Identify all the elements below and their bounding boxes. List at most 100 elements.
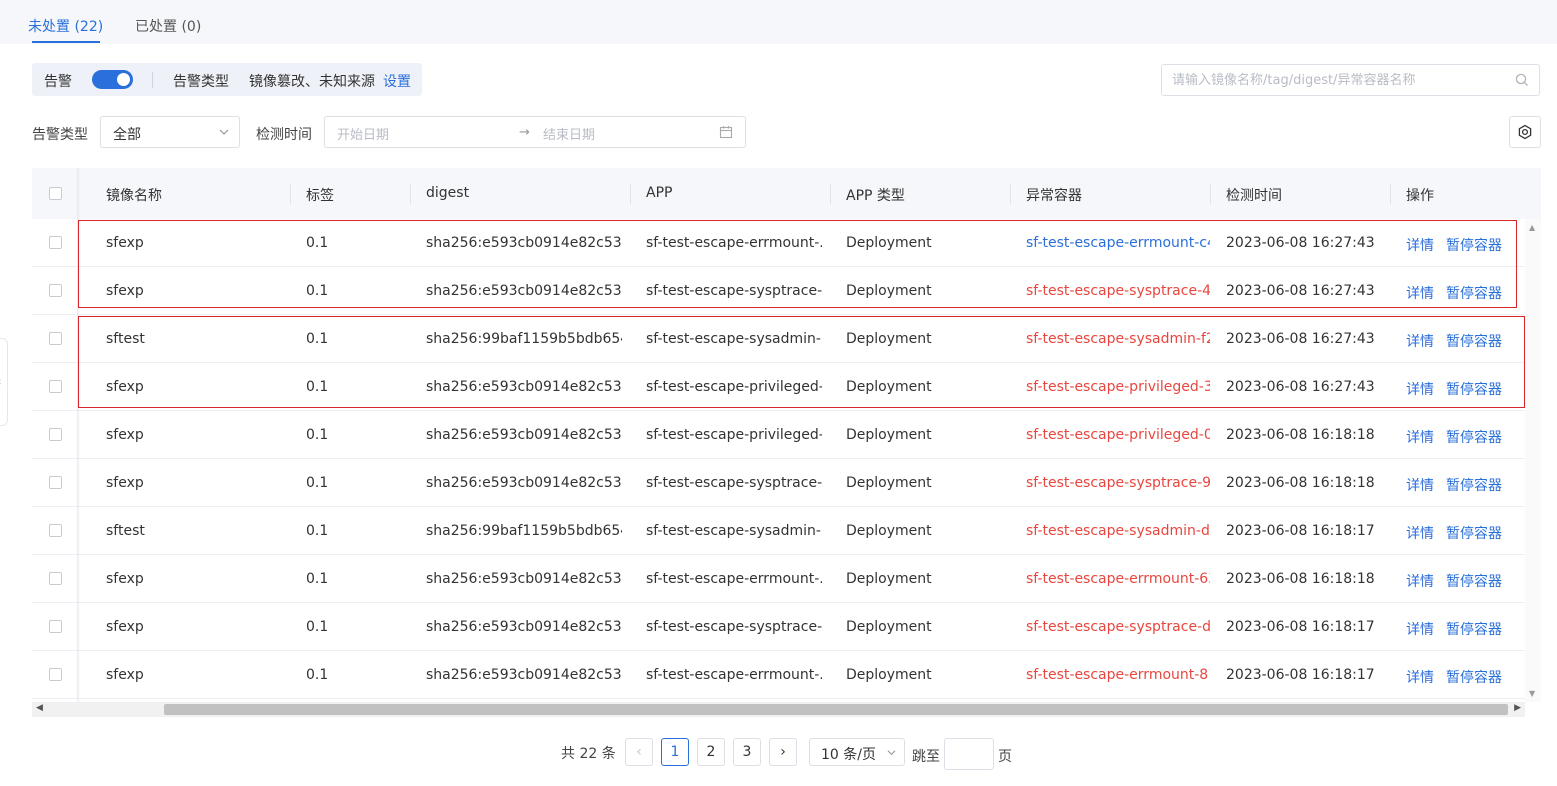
chevron-down-icon [887, 750, 896, 756]
cell-abnormal-container-link[interactable]: sf-test-escape-sysadmin-f2788 [1026, 331, 1210, 347]
table-row: sfexp 0.1 sha256:e593cb0914e82c535... sf-te… [32, 459, 1541, 507]
cell-app-type: Deployment [846, 235, 932, 251]
detail-link[interactable]: 详情 [1406, 331, 1434, 351]
pause-container-link[interactable]: 暂停容器 [1446, 571, 1502, 591]
page-button-1[interactable]: 1 [661, 738, 689, 766]
alert-config-bar: 告警 告警类型 镜像篡改、未知来源 设置 [32, 63, 422, 96]
jump-page-suffix: 页 [998, 749, 1012, 765]
tab-unhandled[interactable]: 未处置 (22) [28, 16, 103, 36]
row-checkbox[interactable] [49, 572, 62, 585]
detail-link[interactable]: 详情 [1406, 667, 1434, 687]
detail-link[interactable]: 详情 [1406, 523, 1434, 543]
row-checkbox[interactable] [49, 236, 62, 249]
cell-abnormal-container-link[interactable]: sf-test-escape-errmount-81a7 [1026, 667, 1210, 683]
chevron-down-icon [219, 129, 229, 135]
row-checkbox[interactable] [49, 476, 62, 489]
col-divider [1010, 184, 1011, 204]
table-row: sfexp 0.1 sha256:e593cb0914e82c535... sf-te… [32, 651, 1541, 699]
cell-abnormal-container-link[interactable]: sf-test-escape-errmount-c484a [1026, 235, 1210, 251]
cell-abnormal-container-link[interactable]: sf-test-escape-sysptrace-de8fc [1026, 619, 1210, 635]
scrollbar-thumb[interactable] [164, 704, 1508, 715]
search-icon[interactable] [1515, 73, 1529, 87]
page-button-2[interactable]: 2 [697, 738, 725, 766]
cell-abnormal-container-link[interactable]: sf-test-escape-privileged-0ab1 [1026, 427, 1210, 443]
pause-container-link[interactable]: 暂停容器 [1446, 235, 1502, 255]
detail-link[interactable]: 详情 [1406, 379, 1434, 399]
tab-bar: 未处置 (22) 已处置 (0) [0, 0, 1557, 44]
jump-to-label: 跳至 [912, 749, 940, 765]
alert-settings-link[interactable]: 设置 [383, 71, 411, 91]
detail-link[interactable]: 详情 [1406, 427, 1434, 447]
scroll-left-icon[interactable]: ◀ [36, 703, 43, 713]
col-app: APP [646, 185, 673, 201]
pause-container-link[interactable]: 暂停容器 [1446, 523, 1502, 543]
table-vertical-scrollbar[interactable]: ▲ ▼ [1525, 219, 1541, 702]
select-all-checkbox[interactable] [49, 187, 62, 200]
cell-detect-time: 2023-06-08 16:27:43 [1226, 331, 1375, 347]
start-date-input[interactable]: 开始日期 [337, 124, 389, 143]
cell-app: sf-test-escape-errmount-... [646, 667, 822, 683]
cell-detect-time: 2023-06-08 16:27:43 [1226, 283, 1375, 299]
tab-handled[interactable]: 已处置 (0) [135, 16, 201, 36]
pagination-total: 共 22 条 [561, 746, 616, 762]
cell-app-type: Deployment [846, 379, 932, 395]
pause-container-link[interactable]: 暂停容器 [1446, 475, 1502, 495]
cell-abnormal-container-link[interactable]: sf-test-escape-sysptrace-44fde [1026, 283, 1210, 299]
pause-container-link[interactable]: 暂停容器 [1446, 331, 1502, 351]
row-checkbox[interactable] [49, 332, 62, 345]
search-box [1161, 64, 1540, 96]
detail-link[interactable]: 详情 [1406, 475, 1434, 495]
sidebar-collapse-handle[interactable]: ‹ [0, 338, 8, 426]
pause-container-link[interactable]: 暂停容器 [1446, 283, 1502, 303]
prev-page-button[interactable]: ‹ [625, 738, 653, 766]
col-abnormal-container: 异常容器 [1026, 188, 1082, 204]
cell-image-name: sfexp [106, 619, 144, 635]
cell-detect-time: 2023-06-08 16:18:17 [1226, 667, 1375, 683]
page-size-select[interactable]: 10 条/页 [809, 738, 905, 766]
alert-type-label: 告警类型 [173, 74, 229, 90]
cell-abnormal-container-link[interactable]: sf-test-escape-errmount-6375 [1026, 571, 1210, 587]
detail-link[interactable]: 详情 [1406, 619, 1434, 639]
col-divider [830, 184, 831, 204]
row-checkbox[interactable] [49, 620, 62, 633]
alert-toggle[interactable] [92, 70, 133, 89]
pause-container-link[interactable]: 暂停容器 [1446, 379, 1502, 399]
calendar-icon [719, 126, 733, 139]
cell-detect-time: 2023-06-08 16:18:18 [1226, 571, 1375, 587]
row-checkbox[interactable] [49, 428, 62, 441]
detail-link[interactable]: 详情 [1406, 571, 1434, 591]
scroll-right-icon[interactable]: ▶ [1514, 703, 1521, 713]
row-checkbox[interactable] [49, 380, 62, 393]
pause-container-link[interactable]: 暂停容器 [1446, 619, 1502, 639]
scroll-down-icon[interactable]: ▼ [1529, 689, 1535, 698]
cell-tag: 0.1 [306, 619, 329, 635]
jump-page-input[interactable] [944, 738, 994, 770]
divider [152, 72, 153, 88]
cell-abnormal-container-link[interactable]: sf-test-escape-privileged-3c0f1 [1026, 379, 1210, 395]
scroll-up-icon[interactable]: ▲ [1529, 223, 1535, 232]
range-arrow-icon: → [519, 125, 530, 140]
cell-image-name: sfexp [106, 667, 144, 683]
pause-container-link[interactable]: 暂停容器 [1446, 667, 1502, 687]
column-settings-button[interactable] [1509, 116, 1541, 148]
page-button-3[interactable]: 3 [733, 738, 761, 766]
col-divider [290, 184, 291, 204]
search-input[interactable] [1172, 71, 1502, 89]
row-checkbox[interactable] [49, 284, 62, 297]
next-page-button[interactable]: › [769, 738, 797, 766]
row-checkbox[interactable] [49, 668, 62, 681]
cell-abnormal-container-link[interactable]: sf-test-escape-sysadmin-d431 [1026, 523, 1210, 539]
end-date-input[interactable]: 结束日期 [543, 124, 595, 143]
cell-abnormal-container-link[interactable]: sf-test-escape-sysptrace-974a [1026, 475, 1210, 491]
detail-link[interactable]: 详情 [1406, 235, 1434, 255]
pause-container-link[interactable]: 暂停容器 [1446, 427, 1502, 447]
row-checkbox[interactable] [49, 524, 62, 537]
cell-detect-time: 2023-06-08 16:18:17 [1226, 523, 1375, 539]
date-range-picker[interactable]: 开始日期 → 结束日期 [324, 116, 746, 148]
gear-icon [1518, 124, 1532, 140]
cell-digest: sha256:e593cb0914e82c535... [426, 667, 622, 683]
alert-type-select[interactable]: 全部 [100, 116, 240, 148]
cell-app: sf-test-escape-errmount-... [646, 235, 822, 251]
detail-link[interactable]: 详情 [1406, 283, 1434, 303]
table-horizontal-scrollbar[interactable]: ◀ ▶ [32, 702, 1525, 717]
